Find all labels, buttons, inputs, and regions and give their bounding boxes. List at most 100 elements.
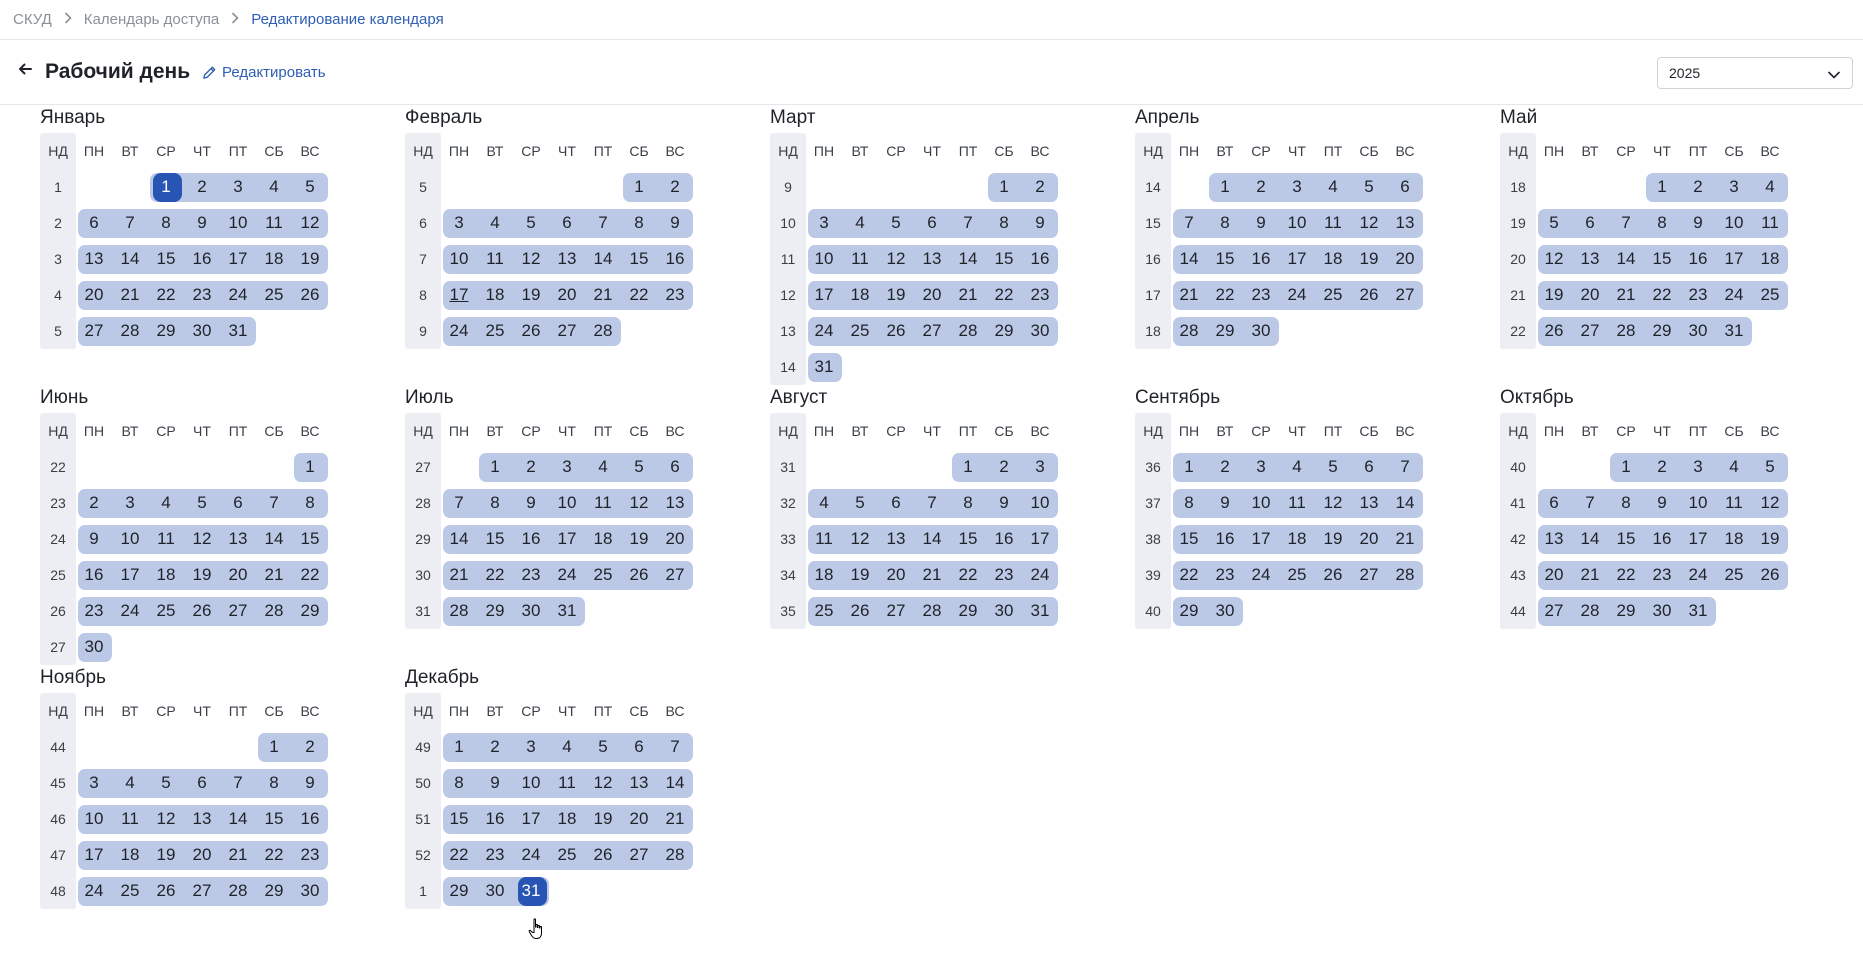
calendar-day[interactable]: 6 bbox=[76, 205, 112, 241]
calendar-day[interactable]: 19 bbox=[513, 277, 549, 313]
edit-button[interactable]: Редактировать bbox=[202, 64, 326, 81]
calendar-day[interactable]: 13 bbox=[76, 241, 112, 277]
calendar-day[interactable]: 10 bbox=[220, 205, 256, 241]
calendar-day[interactable]: 30 bbox=[986, 593, 1022, 629]
calendar-day[interactable]: 27 bbox=[76, 313, 112, 349]
calendar-day[interactable]: 15 bbox=[441, 801, 477, 837]
calendar-day[interactable]: 5 bbox=[184, 485, 220, 521]
calendar-day[interactable]: 31 bbox=[549, 593, 585, 629]
calendar-day[interactable]: 9 bbox=[76, 521, 112, 557]
calendar-day[interactable]: 30 bbox=[76, 629, 112, 665]
calendar-day[interactable]: 25 bbox=[256, 277, 292, 313]
calendar-day[interactable]: 28 bbox=[256, 593, 292, 629]
calendar-day[interactable]: 4 bbox=[148, 485, 184, 521]
calendar-day[interactable]: 8 bbox=[1644, 205, 1680, 241]
calendar-day[interactable]: 20 bbox=[878, 557, 914, 593]
calendar-day[interactable]: 16 bbox=[1680, 241, 1716, 277]
calendar-day[interactable]: 14 bbox=[1387, 485, 1423, 521]
calendar-day[interactable]: 28 bbox=[1572, 593, 1608, 629]
calendar-day[interactable]: 13 bbox=[184, 801, 220, 837]
calendar-day[interactable]: 4 bbox=[842, 205, 878, 241]
calendar-day[interactable]: 22 bbox=[950, 557, 986, 593]
calendar-day[interactable]: 4 bbox=[1752, 169, 1788, 205]
calendar-day[interactable]: 9 bbox=[1644, 485, 1680, 521]
calendar-day[interactable]: 13 bbox=[621, 765, 657, 801]
calendar-day[interactable]: 5 bbox=[842, 485, 878, 521]
calendar-day[interactable]: 18 bbox=[148, 557, 184, 593]
calendar-day[interactable]: 20 bbox=[220, 557, 256, 593]
calendar-day[interactable]: 10 bbox=[806, 241, 842, 277]
calendar-day[interactable]: 8 bbox=[986, 205, 1022, 241]
calendar-day[interactable]: 2 bbox=[76, 485, 112, 521]
calendar-day[interactable]: 11 bbox=[477, 241, 513, 277]
calendar-day[interactable]: 19 bbox=[621, 521, 657, 557]
calendar-day[interactable]: 1 bbox=[1171, 449, 1207, 485]
calendar-day[interactable]: 7 bbox=[441, 485, 477, 521]
calendar-day[interactable]: 1 bbox=[441, 729, 477, 765]
calendar-day[interactable]: 26 bbox=[1752, 557, 1788, 593]
calendar-day[interactable]: 8 bbox=[1171, 485, 1207, 521]
calendar-day[interactable]: 28 bbox=[950, 313, 986, 349]
calendar-day[interactable]: 31 bbox=[1716, 313, 1752, 349]
calendar-day[interactable]: 25 bbox=[112, 873, 148, 909]
calendar-day[interactable]: 24 bbox=[1022, 557, 1058, 593]
calendar-day[interactable]: 2 bbox=[1680, 169, 1716, 205]
calendar-day[interactable]: 7 bbox=[657, 729, 693, 765]
calendar-day[interactable]: 18 bbox=[477, 277, 513, 313]
breadcrumb-item-skud[interactable]: СКУД bbox=[13, 11, 52, 28]
calendar-day[interactable]: 21 bbox=[1572, 557, 1608, 593]
calendar-day[interactable]: 1 bbox=[1207, 169, 1243, 205]
calendar-day[interactable]: 30 bbox=[1680, 313, 1716, 349]
calendar-day[interactable]: 22 bbox=[1171, 557, 1207, 593]
calendar-day[interactable]: 11 bbox=[549, 765, 585, 801]
calendar-day[interactable]: 11 bbox=[1279, 485, 1315, 521]
calendar-day[interactable]: 10 bbox=[1022, 485, 1058, 521]
calendar-day[interactable]: 29 bbox=[1171, 593, 1207, 629]
calendar-day[interactable]: 25 bbox=[585, 557, 621, 593]
calendar-day[interactable]: 20 bbox=[76, 277, 112, 313]
calendar-day[interactable]: 25 bbox=[806, 593, 842, 629]
calendar-day[interactable]: 14 bbox=[256, 521, 292, 557]
calendar-day[interactable]: 23 bbox=[184, 277, 220, 313]
calendar-day[interactable]: 18 bbox=[256, 241, 292, 277]
calendar-day[interactable]: 18 bbox=[112, 837, 148, 873]
calendar-day[interactable]: 2 bbox=[292, 729, 328, 765]
calendar-day[interactable]: 13 bbox=[1351, 485, 1387, 521]
calendar-day[interactable]: 16 bbox=[184, 241, 220, 277]
calendar-day[interactable]: 5 bbox=[292, 169, 328, 205]
calendar-day[interactable]: 12 bbox=[621, 485, 657, 521]
calendar-day[interactable]: 12 bbox=[292, 205, 328, 241]
calendar-day[interactable]: 3 bbox=[513, 729, 549, 765]
calendar-day[interactable]: 31 bbox=[1680, 593, 1716, 629]
calendar-day[interactable]: 12 bbox=[1536, 241, 1572, 277]
calendar-day[interactable]: 21 bbox=[1387, 521, 1423, 557]
calendar-day[interactable]: 31 bbox=[513, 873, 549, 909]
calendar-day[interactable]: 5 bbox=[1315, 449, 1351, 485]
calendar-day[interactable]: 17 bbox=[513, 801, 549, 837]
calendar-day[interactable]: 13 bbox=[657, 485, 693, 521]
calendar-day[interactable]: 21 bbox=[1171, 277, 1207, 313]
calendar-day[interactable]: 4 bbox=[256, 169, 292, 205]
calendar-day[interactable]: 14 bbox=[1572, 521, 1608, 557]
calendar-day[interactable]: 9 bbox=[1243, 205, 1279, 241]
calendar-day[interactable]: 8 bbox=[441, 765, 477, 801]
calendar-day[interactable]: 23 bbox=[1207, 557, 1243, 593]
calendar-day[interactable]: 29 bbox=[1207, 313, 1243, 349]
calendar-day[interactable]: 9 bbox=[477, 765, 513, 801]
calendar-day[interactable]: 11 bbox=[148, 521, 184, 557]
calendar-day[interactable]: 14 bbox=[1608, 241, 1644, 277]
calendar-day[interactable]: 1 bbox=[950, 449, 986, 485]
calendar-day[interactable]: 15 bbox=[1171, 521, 1207, 557]
calendar-day[interactable]: 8 bbox=[1207, 205, 1243, 241]
calendar-day[interactable]: 2 bbox=[986, 449, 1022, 485]
calendar-day[interactable]: 3 bbox=[549, 449, 585, 485]
calendar-day[interactable]: 13 bbox=[220, 521, 256, 557]
calendar-day[interactable]: 31 bbox=[1022, 593, 1058, 629]
calendar-day[interactable]: 24 bbox=[1243, 557, 1279, 593]
calendar-day[interactable]: 25 bbox=[1752, 277, 1788, 313]
calendar-day[interactable]: 18 bbox=[549, 801, 585, 837]
calendar-day[interactable]: 20 bbox=[1351, 521, 1387, 557]
calendar-day[interactable]: 13 bbox=[914, 241, 950, 277]
calendar-day[interactable]: 6 bbox=[1387, 169, 1423, 205]
calendar-day[interactable]: 7 bbox=[1171, 205, 1207, 241]
